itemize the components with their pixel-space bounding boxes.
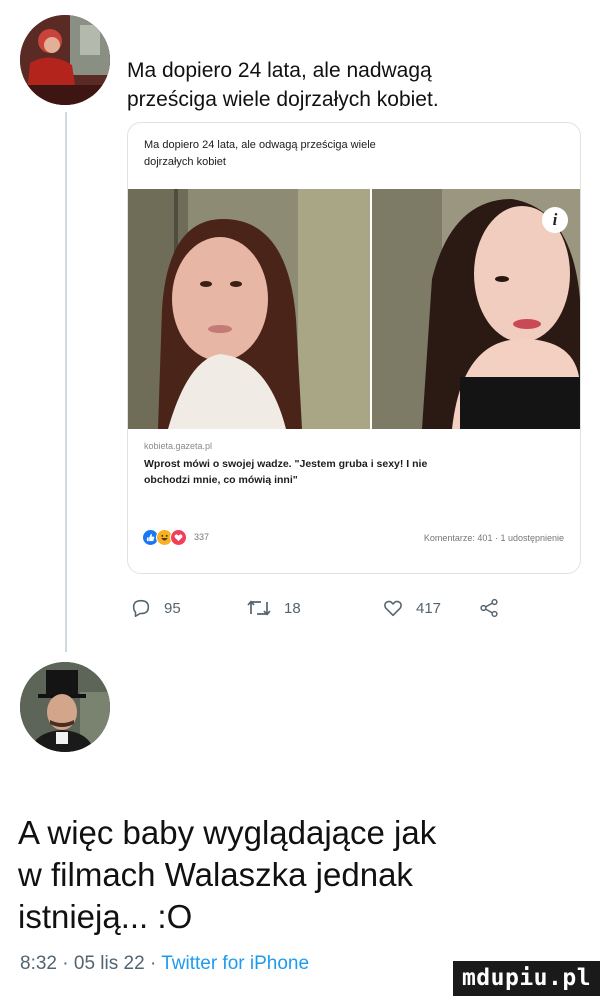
card-title-line-1: Wprost mówi o swojej wadze. "Jestem grub… — [144, 458, 428, 470]
article-photo-right: i — [372, 189, 580, 429]
tweet-time[interactable]: 8:32 — [20, 953, 57, 974]
tweet-source-link[interactable]: Twitter for iPhone — [161, 953, 309, 974]
tweet-avatar[interactable] — [20, 15, 110, 105]
watermark-logo: mdupiu.pl — [453, 961, 600, 996]
like-button[interactable]: 417 — [382, 597, 441, 619]
card-headline: Ma dopiero 24 lata, ale odwagą prześciga… — [144, 137, 564, 171]
info-icon[interactable]: i — [542, 207, 568, 233]
reply-text-line-2: w filmach Walaszka jednak — [18, 856, 413, 893]
tweet-text-line-1: Ma dopiero 24 lata, ale nadwagą — [127, 59, 432, 82]
reply-count: 95 — [164, 599, 181, 617]
tweet-meta: 8:32 · 05 lis 22 · Twitter for iPhone — [20, 953, 309, 975]
reply-text-line-3: istnieją... :O — [18, 898, 193, 935]
tweet-text-line-2: prześciga wiele dojrzałych kobiet. — [127, 88, 439, 111]
share-button[interactable] — [478, 597, 512, 619]
embedded-image-card[interactable]: Ma dopiero 24 lata, ale odwagą prześciga… — [127, 122, 581, 574]
card-domain: kobieta.gazeta.pl — [144, 441, 213, 451]
user-avatar-top-hat-icon — [20, 662, 110, 752]
retweet-button[interactable]: 18 — [246, 597, 301, 619]
reply-avatar[interactable] — [20, 662, 110, 752]
card-stats: Komentarze: 401 · 1 udostępnienie — [423, 533, 564, 543]
heart-icon — [384, 600, 402, 617]
reply-text: A więc baby wyglądające jak w filmach Wa… — [18, 812, 558, 938]
retweet-count: 18 — [284, 599, 301, 617]
card-reactions: 337 — [142, 528, 210, 546]
reply-button[interactable]: 95 — [130, 597, 181, 619]
reactions-count: 337 — [194, 532, 210, 542]
tweet-text: Ma dopiero 24 lata, ale nadwagą prześcig… — [127, 56, 587, 114]
reply-icon — [132, 599, 150, 618]
love-reaction-icon — [170, 528, 187, 546]
tweet-date[interactable]: 05 lis 22 — [74, 953, 145, 974]
article-photo-left — [128, 189, 370, 429]
photo-woman-left — [128, 189, 370, 429]
user-avatar-red-costume-icon — [20, 15, 110, 105]
reply-text-line-1: A więc baby wyglądające jak — [18, 814, 437, 851]
like-count: 417 — [416, 599, 442, 617]
card-headline-line-1: Ma dopiero 24 lata, ale odwagą prześciga… — [144, 139, 376, 151]
retweet-icon — [247, 600, 271, 616]
card-title-line-2: obchodzi mnie, co mówią inni" — [144, 474, 298, 486]
card-title[interactable]: Wprost mówi o swojej wadze. "Jestem grub… — [144, 456, 564, 488]
thread-line — [65, 112, 67, 652]
share-icon — [480, 598, 498, 618]
meta-separator-2: · — [149, 953, 162, 974]
meta-separator-1: · — [62, 953, 74, 974]
card-headline-line-2: dojrzałych kobiet — [144, 156, 226, 168]
